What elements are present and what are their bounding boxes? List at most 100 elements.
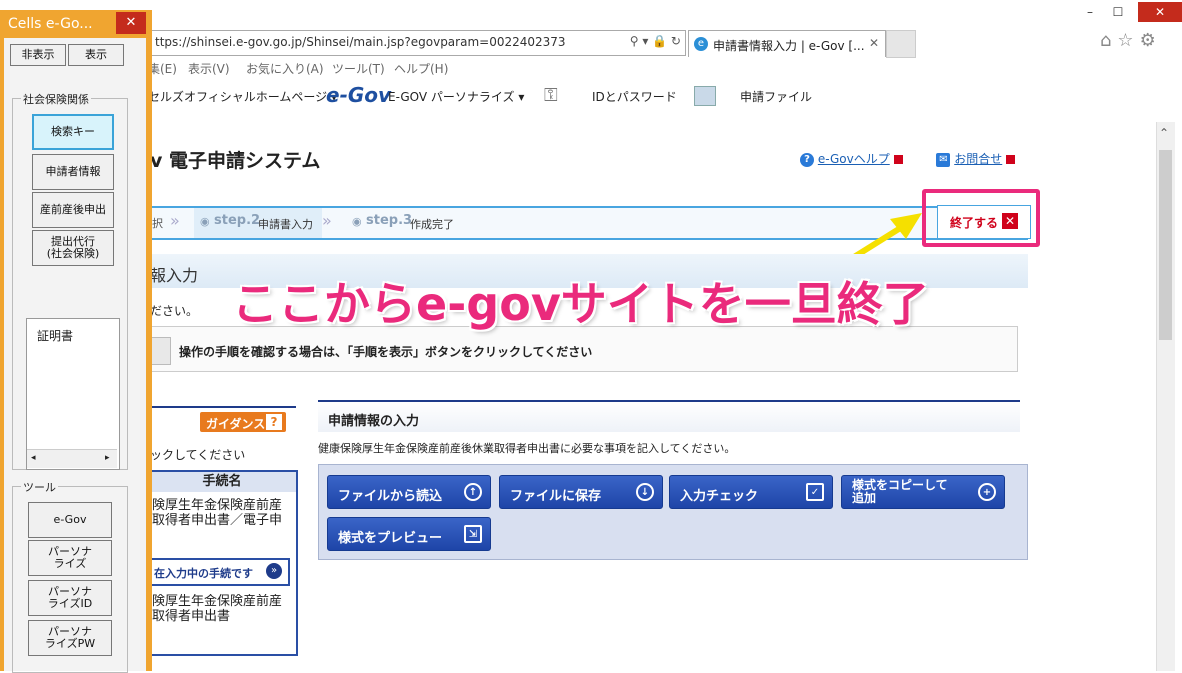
- personalize-id-label-2: ライズID: [47, 597, 93, 610]
- guidance-bar: ガイダンス ?: [148, 406, 296, 440]
- page-scrollbar[interactable]: ⌃: [1156, 122, 1175, 671]
- scroll-thumb[interactable]: [1159, 150, 1172, 340]
- instruction-text: ださい。: [150, 304, 199, 318]
- scroll-left-icon[interactable]: ◂: [31, 453, 36, 463]
- egov-logo[interactable]: e-Gov: [326, 83, 391, 107]
- tab-active[interactable]: e 申請書情報入力 | e-Gov [... ✕: [688, 30, 886, 57]
- question-icon: ?: [266, 414, 282, 430]
- menu-favorites[interactable]: お気に入り(A): [246, 60, 324, 77]
- arrow-right-icon: »: [266, 563, 282, 579]
- help-icon: ?: [800, 152, 814, 167]
- chevron-icon: »: [170, 211, 180, 230]
- scroll-up-icon[interactable]: ⌃: [1159, 126, 1169, 140]
- highlight-box: [922, 189, 1040, 247]
- home-star-gear-icons[interactable]: ⌂☆⚙: [1100, 30, 1162, 51]
- tab-close-icon[interactable]: ✕: [869, 36, 879, 50]
- personalize-button[interactable]: パーソナ ライズ: [28, 540, 112, 576]
- contact-link[interactable]: お問合せ: [954, 152, 1002, 166]
- copy-form-button[interactable]: 様式をコピーして 追加 +: [841, 475, 1005, 509]
- save-file-button[interactable]: ファイルに保存 ↓: [499, 475, 663, 509]
- menu-view[interactable]: 表示(V): [188, 60, 230, 77]
- maximize-button[interactable]: ☐: [1106, 2, 1130, 22]
- fav-application-file[interactable]: 申請ファイル: [740, 88, 812, 105]
- favorites-bar: セルズオフィシャルホームページ ▾ e-Gov E-GOV パーソナライズ ▾ …: [148, 82, 1182, 110]
- read-file-button[interactable]: ファイルから読込 ↑: [327, 475, 491, 509]
- list-item[interactable]: 証明書: [37, 327, 73, 344]
- minimize-button[interactable]: –: [1078, 2, 1102, 22]
- download-icon: ↓: [636, 483, 654, 501]
- step3-number: step.3: [366, 213, 413, 228]
- form-title: 申請情報の入力: [328, 414, 420, 429]
- egov-button[interactable]: e-Gov: [28, 502, 112, 538]
- cells-window-body: 非表示 表示 社会保険関係 検索キー 申請者情報 産前産後申出 提出代行 (社会…: [4, 38, 146, 673]
- mail-icon: ✉: [936, 152, 951, 167]
- form-header: 申請情報の入力: [318, 400, 1020, 432]
- personalize-id-button[interactable]: パーソナ ライズID: [28, 580, 112, 616]
- preview-icon: ⇲: [464, 525, 482, 543]
- show-button[interactable]: 表示: [68, 44, 124, 66]
- chevron-icon: »: [322, 211, 332, 230]
- annotation-text: ここからe-govサイトを一旦終了: [232, 277, 929, 331]
- procedure-item[interactable]: 険厚生年金保険産前産 取得者申出書／電子申: [152, 498, 296, 528]
- agent-submission-label-2: (社会保険): [46, 247, 100, 260]
- checkbox-icon: ✓: [806, 483, 824, 501]
- procedure-table-header: 手続名: [148, 472, 296, 492]
- page-title: v 電子申請システム: [150, 150, 321, 172]
- guidance-label: ガイダンス: [206, 417, 266, 431]
- preview-button[interactable]: 様式をプレビュー ⇲: [327, 517, 491, 551]
- social-insurance-group-label: 社会保険関係: [21, 91, 91, 107]
- fav-egov-personalize[interactable]: E-GOV パーソナライズ ▾: [388, 88, 524, 105]
- maternity-request-button[interactable]: 産前産後申出: [32, 192, 114, 228]
- add-copy-icon: +: [978, 483, 996, 501]
- form-description: 健康保険厚生年金保険産前産後休業取得者申出書に必要な事項を記入してください。: [318, 442, 736, 455]
- personalize-label-2: ライズ: [53, 557, 87, 570]
- current-procedure-badge[interactable]: 在入力中の手続です »: [148, 558, 290, 586]
- address-bar[interactable]: ttps://shinsei.e-gov.go.jp/Shinsei/main.…: [150, 30, 686, 56]
- help-links: ? e-Govヘルプ ✉ お問合せ: [800, 150, 1016, 167]
- step1-label: 択: [152, 217, 163, 230]
- guidance-note: ックしてください: [150, 448, 246, 462]
- tools-group-label: ツール: [21, 479, 58, 495]
- cells-window-title: Cells e-Go...: [8, 16, 93, 32]
- tab-title: 申請書情報入力 | e-Gov [...: [713, 39, 865, 53]
- scroll-right-icon[interactable]: ▸: [105, 453, 110, 463]
- fav-id-password[interactable]: IDとパスワード: [592, 88, 677, 105]
- book-icon: [694, 86, 716, 106]
- cells-window: Cells e-Go... ✕ 非表示 表示 社会保険関係 検索キー 申請者情報…: [0, 10, 152, 673]
- menu-edit[interactable]: 集(E): [148, 60, 177, 77]
- guidance-button[interactable]: ガイダンス ?: [200, 412, 286, 432]
- cells-close-button[interactable]: ✕: [116, 12, 146, 34]
- show-steps-button[interactable]: [149, 337, 171, 365]
- save-file-label: ファイルに保存: [510, 489, 602, 504]
- menu-tools[interactable]: ツール(T): [332, 60, 385, 77]
- search-lock-refresh-icons[interactable]: ⚲ ▾ 🔒 ↻: [630, 34, 681, 48]
- input-check-button[interactable]: 入力チェック ✓: [669, 475, 833, 509]
- external-link-icon: [893, 155, 903, 164]
- personalize-id-label-1: パーソナ: [48, 585, 92, 598]
- list-horizontal-scrollbar[interactable]: ◂ ▸: [27, 449, 117, 468]
- menu-help[interactable]: ヘルプ(H): [394, 60, 448, 77]
- hide-button[interactable]: 非表示: [10, 44, 66, 66]
- search-key-button[interactable]: 検索キー: [32, 114, 114, 150]
- form-button-area: ファイルから読込 ↑ ファイルに保存 ↓ 入力チェック ✓ 様式をコピーして 追…: [318, 464, 1028, 560]
- preview-label: 様式をプレビュー: [338, 531, 443, 546]
- new-tab-button[interactable]: [886, 30, 916, 58]
- window-close-button[interactable]: ✕: [1138, 2, 1182, 22]
- egov-help-link[interactable]: e-Govヘルプ: [818, 152, 890, 166]
- section-title: 報入力: [150, 266, 199, 285]
- personalize-pw-button[interactable]: パーソナ ライズPW: [28, 620, 112, 656]
- certificate-list[interactable]: 証明書 ◂ ▸: [26, 318, 120, 470]
- step3-label: 作成完了: [410, 218, 454, 231]
- browser-titlebar: – ☐ ✕: [0, 0, 1182, 28]
- key-icon: ⚿: [544, 85, 558, 106]
- current-procedure-label: 在入力中の手続です: [154, 567, 253, 580]
- procedure-table: 手続名 険厚生年金保険産前産 取得者申出書／電子申 在入力中の手続です » 険厚…: [148, 470, 298, 656]
- fav-homepage[interactable]: セルズオフィシャルホームページ ▾: [148, 88, 337, 105]
- read-file-label: ファイルから読込: [338, 489, 443, 504]
- procedure-item[interactable]: 険厚生年金保険産前産 取得者申出書: [152, 594, 296, 624]
- step2-number: step.2: [214, 213, 261, 228]
- personalize-pw-label-2: ライズPW: [44, 637, 96, 650]
- agent-submission-button[interactable]: 提出代行 (社会保険): [32, 230, 114, 266]
- copy-form-label-2: 追加: [852, 491, 877, 505]
- applicant-info-button[interactable]: 申請者情報: [32, 154, 114, 190]
